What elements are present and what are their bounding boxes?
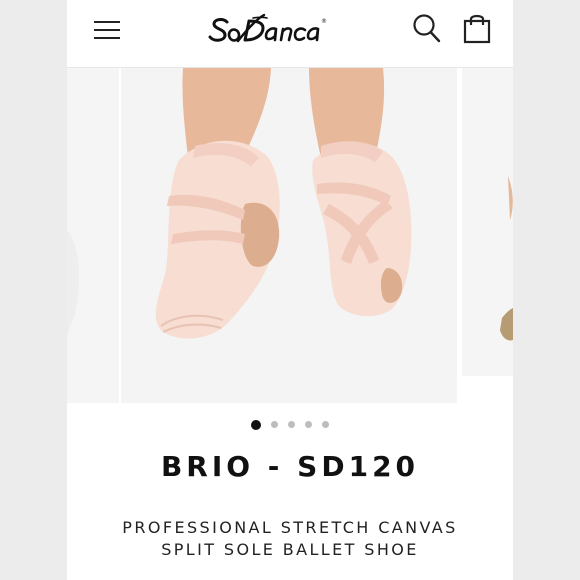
next-product-image[interactable] bbox=[462, 68, 513, 376]
pagination-dot[interactable] bbox=[305, 421, 312, 429]
site-header: ® bbox=[67, 0, 513, 68]
shopping-bag-icon[interactable] bbox=[462, 12, 492, 44]
pagination-dot[interactable] bbox=[271, 421, 278, 429]
product-subtitle: PROFESSIONAL STRETCH CANVAS SPLIT SOLE B… bbox=[67, 517, 513, 561]
product-image[interactable] bbox=[121, 68, 457, 403]
hamburger-menu-icon[interactable] bbox=[91, 16, 123, 44]
product-subtitle-line: PROFESSIONAL STRETCH CANVAS bbox=[122, 518, 458, 537]
product-page: ® BRIO - SD120 PROFESSIONAL STRETCH CANV… bbox=[67, 0, 513, 580]
product-subtitle-line: SPLIT SOLE BALLET SHOE bbox=[161, 540, 419, 559]
right-margin bbox=[513, 0, 580, 580]
pagination-dot[interactable] bbox=[322, 421, 329, 429]
pagination-dot[interactable] bbox=[251, 419, 261, 430]
pagination-dot[interactable] bbox=[288, 421, 295, 429]
search-icon[interactable] bbox=[412, 12, 442, 44]
carousel-pagination bbox=[67, 416, 513, 430]
svg-text:®: ® bbox=[321, 18, 327, 25]
product-title: BRIO - SD120 bbox=[160, 450, 420, 483]
previous-product-image[interactable] bbox=[67, 68, 119, 403]
left-margin bbox=[0, 0, 67, 580]
brand-logo[interactable]: ® bbox=[205, 9, 341, 51]
product-image-carousel[interactable] bbox=[67, 68, 513, 403]
